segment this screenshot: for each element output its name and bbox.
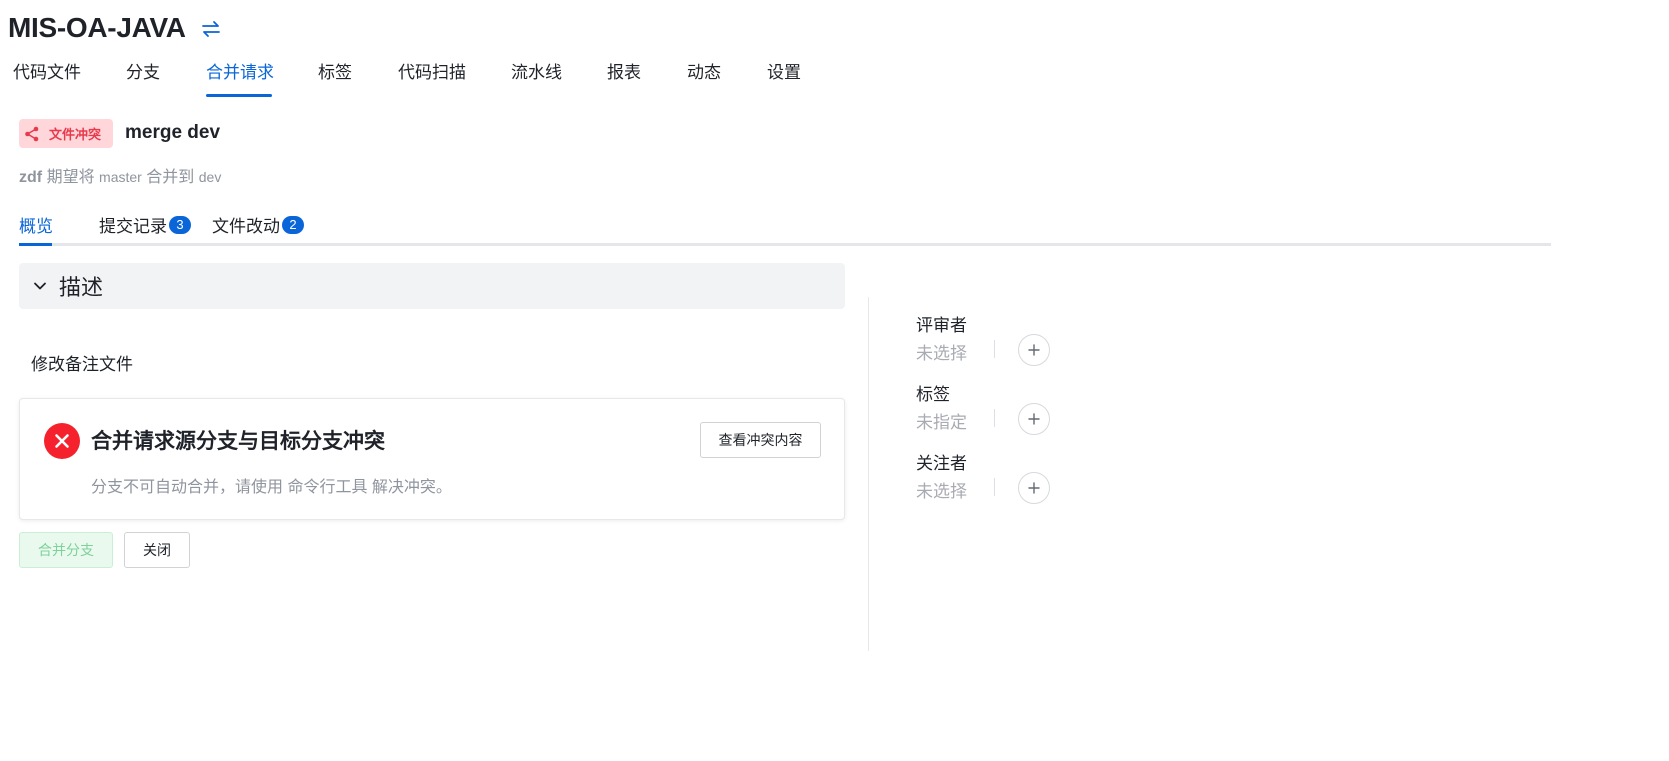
- labels-label: 标签: [916, 385, 950, 404]
- mr-expect-text: 期望将: [46, 169, 95, 186]
- mr-title: merge dev: [125, 122, 221, 143]
- plus-icon: [1028, 344, 1040, 356]
- conflict-alert-card: 合并请求源分支与目标分支冲突 分支不可自动合并，请使用 命令行工具 解决冲突。 …: [19, 398, 845, 520]
- plus-icon: [1028, 413, 1040, 425]
- swap-icon[interactable]: [200, 18, 222, 40]
- close-button[interactable]: 关闭: [124, 532, 190, 568]
- watchers-value: 未选择: [916, 482, 967, 501]
- tab-active-indicator: [19, 243, 52, 246]
- tab-overview[interactable]: 概览: [19, 212, 53, 237]
- target-branch[interactable]: dev: [199, 169, 222, 185]
- nav-tags[interactable]: 标签: [318, 58, 352, 83]
- conflict-heading: 合并请求源分支与目标分支冲突: [91, 430, 385, 453]
- nav-pipelines[interactable]: 流水线: [511, 58, 562, 83]
- add-label-button[interactable]: [1018, 403, 1050, 435]
- share-icon: [25, 126, 39, 141]
- nav-active-indicator: [206, 94, 272, 97]
- reviewers-label: 评审者: [916, 316, 967, 335]
- sidebar-divider: [868, 297, 869, 651]
- conflict-description: 分支不可自动合并，请使用 命令行工具 解决冲突。: [91, 479, 452, 496]
- add-reviewer-button[interactable]: [1018, 334, 1050, 366]
- status-badge-label: 文件冲突: [49, 127, 102, 142]
- nav-activity[interactable]: 动态: [687, 58, 721, 83]
- source-branch[interactable]: master: [99, 169, 142, 185]
- nav-code-files[interactable]: 代码文件: [13, 58, 81, 83]
- merge-to-text: 合并到: [146, 169, 195, 186]
- tabs-divider: [19, 243, 1551, 246]
- nav-settings[interactable]: 设置: [767, 58, 801, 83]
- nav-merge-requests[interactable]: 合并请求: [206, 58, 274, 83]
- watchers-label: 关注者: [916, 454, 967, 473]
- reviewers-value: 未选择: [916, 344, 967, 363]
- add-watcher-button[interactable]: [1018, 472, 1050, 504]
- nav-reports[interactable]: 报表: [607, 58, 641, 83]
- reviewers-separator: [994, 340, 995, 358]
- repo-title: MIS-OA-JAVA: [8, 12, 186, 43]
- mr-author[interactable]: zdf: [19, 169, 42, 186]
- nav-branches[interactable]: 分支: [126, 58, 160, 83]
- tab-commits[interactable]: 提交记录 3: [99, 212, 191, 237]
- chevron-down-icon: [34, 282, 46, 290]
- description-collapse-header[interactable]: 描述: [19, 263, 845, 309]
- tab-changes-label: 文件改动: [212, 217, 280, 236]
- view-conflict-button[interactable]: 查看冲突内容: [700, 422, 821, 458]
- error-icon: [44, 423, 80, 459]
- plus-icon: [1028, 482, 1040, 494]
- mr-subtitle: zdf 期望将 master 合并到 dev: [19, 163, 221, 187]
- tab-changes[interactable]: 文件改动 2: [212, 212, 304, 237]
- commits-count-badge: 3: [169, 215, 191, 234]
- changes-count-badge: 2: [282, 215, 304, 234]
- tab-overview-label: 概览: [19, 217, 53, 236]
- description-text: 修改备注文件: [31, 355, 133, 374]
- tab-commits-label: 提交记录: [99, 217, 167, 236]
- merge-branch-button[interactable]: 合并分支: [19, 532, 113, 568]
- status-badge: 文件冲突: [19, 119, 113, 148]
- watchers-separator: [994, 478, 995, 496]
- description-header-label: 描述: [59, 275, 104, 300]
- nav-code-scan[interactable]: 代码扫描: [398, 58, 466, 83]
- labels-separator: [994, 409, 995, 427]
- labels-value: 未指定: [916, 413, 967, 432]
